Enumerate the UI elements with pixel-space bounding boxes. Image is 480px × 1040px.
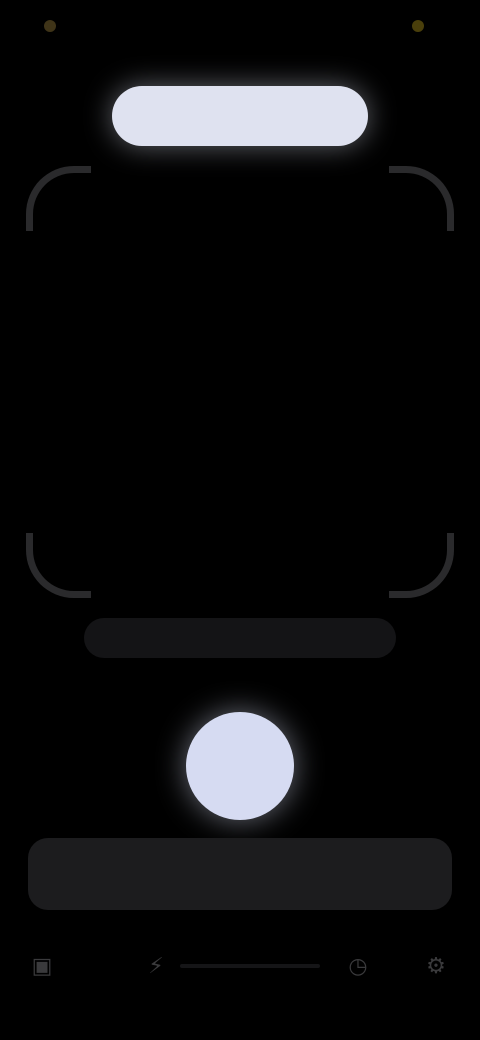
- scan-frame-corner-top-right: [389, 166, 454, 231]
- bottom-nav-bar: ▣ ⚡ ◷ ⚙: [0, 934, 480, 998]
- gallery-icon[interactable]: ▣: [22, 946, 62, 986]
- mode-pill-button[interactable]: [112, 86, 368, 146]
- scan-hint: [84, 618, 396, 658]
- bottom-banner[interactable]: [28, 838, 452, 910]
- history-icon[interactable]: ◷: [338, 946, 378, 986]
- settings-icon[interactable]: ⚙: [416, 946, 456, 986]
- shutter-button[interactable]: [186, 712, 294, 820]
- flash-icon[interactable]: ⚡: [136, 946, 176, 986]
- scan-frame-corner-top-left: [26, 166, 91, 231]
- scan-frame: [26, 166, 454, 598]
- scan-frame-corner-bottom-left: [26, 533, 91, 598]
- nav-divider: [180, 964, 320, 968]
- status-bar: [0, 0, 480, 56]
- status-indicator-right: [412, 20, 424, 32]
- status-indicator-left: [44, 20, 56, 32]
- scan-frame-corner-bottom-right: [389, 533, 454, 598]
